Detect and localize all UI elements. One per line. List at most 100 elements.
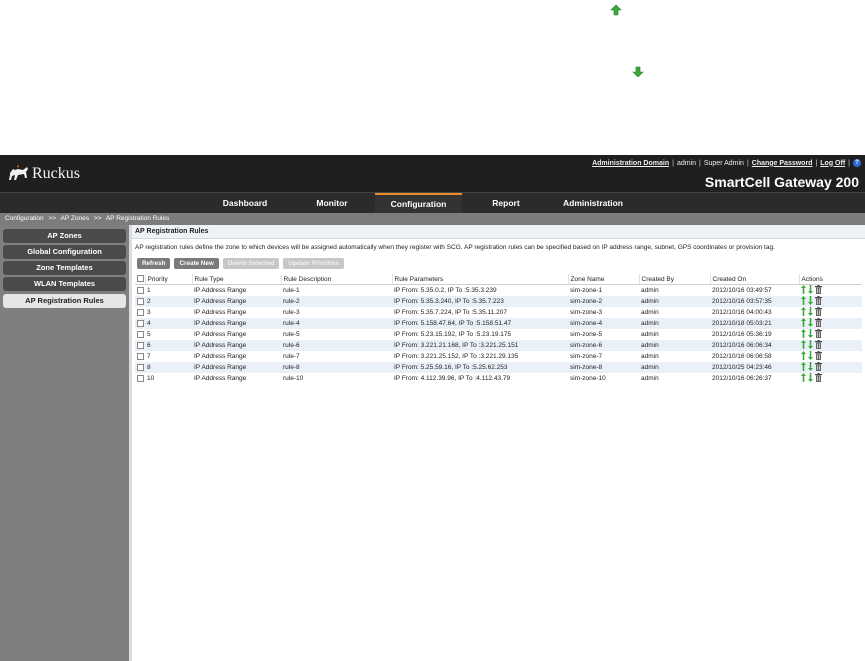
cell-priority: 3 [145,307,192,318]
row-checkbox[interactable] [137,374,144,382]
cell-rule-description: rule-10 [281,373,392,384]
arrow-up-icon[interactable] [801,340,806,351]
table-row[interactable]: 3 IP Address Range rule-3 IP From: 5.35.7.2… [135,307,862,318]
column-header-zone-name[interactable]: Zone Name [567,274,639,285]
administration-domain-link[interactable]: Administration Domain [592,160,669,167]
row-checkbox[interactable] [137,297,144,305]
table-row[interactable]: 6 IP Address Range rule-6 IP From: 3.221.21… [135,340,862,351]
column-header-rule-parameters[interactable]: Rule Parameters [391,274,568,285]
arrow-up-icon[interactable] [801,329,806,340]
row-checkbox[interactable] [137,341,144,349]
column-header-priority[interactable]: Priority [144,274,192,285]
trash-icon[interactable] [815,351,822,362]
trash-icon[interactable] [815,373,822,384]
arrow-up-icon[interactable] [801,362,806,373]
arrow-up-icon[interactable] [801,307,806,318]
arrow-down-icon[interactable] [808,351,813,362]
arrow-down-icon[interactable] [632,66,644,78]
cell-created-by: admin [639,307,710,318]
table-row[interactable]: 2 IP Address Range rule-2 IP From: 5.35.3.2… [135,296,862,307]
row-checkbox[interactable] [137,286,144,294]
table-row[interactable]: 1 IP Address Range rule-1 IP From: 5.35.0.2… [135,284,862,296]
cell-rule-description: rule-7 [281,351,392,362]
arrow-down-icon[interactable] [808,329,813,340]
arrow-down-icon[interactable] [808,296,813,307]
cell-actions [799,307,862,318]
rules-table: Priority Rule Type Rule Description Rule… [135,274,862,384]
cell-created-by: admin [639,351,710,362]
breadcrumb-configuration[interactable]: Configuration [5,215,44,222]
sidebar-item-ap-registration-rules[interactable]: AP Registration Rules [3,294,126,308]
arrow-down-icon[interactable] [808,362,813,373]
arrow-down-icon[interactable] [808,285,813,296]
table-row[interactable]: 10 IP Address Range rule-10 IP From: 4.112.… [135,373,862,384]
cell-rule-description: rule-2 [281,296,392,307]
cell-rule-parameters: IP From: 5.23.15.192, IP To :5.23.19.175 [392,329,568,340]
column-header-rule-description[interactable]: Rule Description [280,274,392,285]
cell-priority: 2 [145,296,192,307]
arrow-up-icon[interactable] [801,318,806,329]
row-checkbox[interactable] [137,308,144,316]
cell-rule-type: IP Address Range [192,351,281,362]
cell-created-on: 2012/10/18 05:03:21 [710,318,799,329]
cell-rule-type: IP Address Range [192,373,281,384]
rules-table-body: 1 IP Address Range rule-1 IP From: 5.35.0.2… [135,284,862,384]
arrow-up-icon[interactable] [610,4,622,16]
table-row[interactable]: 7 IP Address Range rule-7 IP From: 3.221.25… [135,351,862,362]
cell-zone-name: sim-zone-3 [568,307,639,318]
column-header-created-on[interactable]: Created On [709,274,799,285]
column-header-created-by[interactable]: Created By [638,274,710,285]
cell-priority: 6 [145,340,192,351]
logo: Ruckus [8,164,80,184]
arrow-down-icon[interactable] [808,373,813,384]
trash-icon[interactable] [815,296,822,307]
column-header-rule-type[interactable]: Rule Type [191,274,281,285]
trash-icon[interactable] [815,340,822,351]
log-off-link[interactable]: Log Off [820,160,845,167]
help-icon[interactable]: ? [853,159,861,167]
trash-icon[interactable] [815,285,822,296]
cell-zone-name: sim-zone-6 [568,340,639,351]
sidebar-item-ap-zones[interactable]: AP Zones [3,229,126,243]
cell-actions [799,340,862,351]
change-password-link[interactable]: Change Password [752,160,813,167]
row-checkbox[interactable] [137,330,144,338]
select-all-checkbox[interactable] [137,275,144,283]
cell-created-on: 2012/10/16 04:00:43 [710,307,799,318]
arrow-down-icon[interactable] [808,318,813,329]
arrow-up-icon[interactable] [801,285,806,296]
refresh-button[interactable]: Refresh [137,258,171,269]
main-nav: Dashboard Monitor Configuration Report A… [0,192,865,216]
row-checkbox[interactable] [137,363,144,371]
cell-rule-type: IP Address Range [192,362,281,373]
sidebar-item-zone-templates[interactable]: Zone Templates [3,261,126,275]
breadcrumb-ap-zones[interactable]: AP Zones [61,215,89,222]
row-checkbox[interactable] [137,319,144,327]
table-row[interactable]: 4 IP Address Range rule-4 IP From: 5.158.47… [135,318,862,329]
arrow-down-icon[interactable] [808,307,813,318]
trash-icon[interactable] [815,329,822,340]
user-role: Super Admin [703,159,744,167]
table-row[interactable]: 8 IP Address Range rule-8 IP From: 5.25.59.… [135,362,862,373]
trash-icon[interactable] [815,307,822,318]
create-new-button[interactable]: Create New [174,258,219,269]
tab-dashboard[interactable]: Dashboard [205,193,285,214]
tab-monitor[interactable]: Monitor [292,193,372,214]
tab-report[interactable]: Report [466,193,546,214]
arrow-down-icon[interactable] [808,340,813,351]
arrow-up-icon[interactable] [801,373,806,384]
trash-icon[interactable] [815,318,822,329]
sidebar-item-wlan-templates[interactable]: WLAN Templates [3,277,126,291]
arrow-up-icon[interactable] [801,351,806,362]
delete-selected-button[interactable]: Delete Selected [222,258,280,269]
trash-icon[interactable] [815,362,822,373]
top-bar: Ruckus Administration Domain | admin | S… [0,155,865,192]
cell-rule-description: rule-3 [281,307,392,318]
tab-administration[interactable]: Administration [553,193,633,214]
update-priorities-button[interactable]: Update Priorities [283,258,344,269]
row-checkbox[interactable] [137,352,144,360]
arrow-up-icon[interactable] [801,296,806,307]
main-content: AP Registration Rules AP registration ru… [132,225,865,661]
sidebar-item-global-configuration[interactable]: Global Configuration [3,245,126,259]
table-row[interactable]: 5 IP Address Range rule-5 IP From: 5.23.15.… [135,329,862,340]
